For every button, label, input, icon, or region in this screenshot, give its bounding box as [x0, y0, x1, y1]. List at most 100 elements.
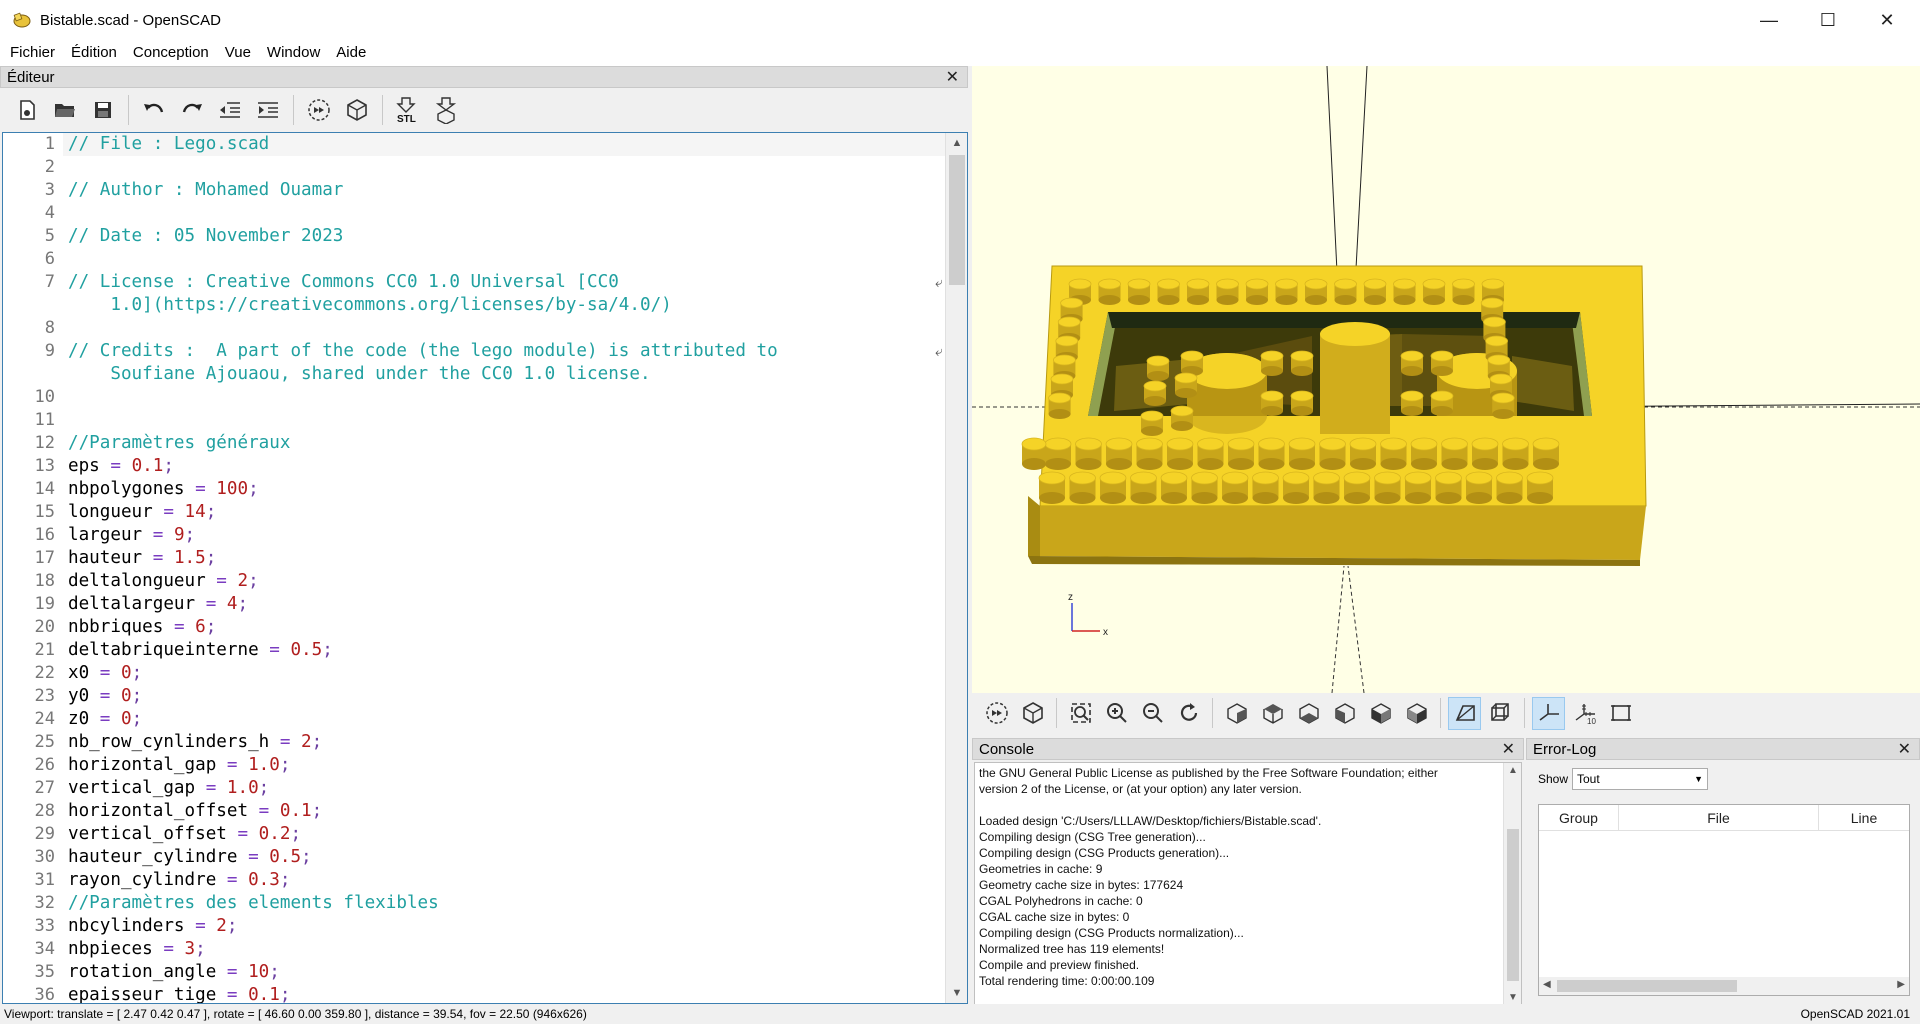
close-window-button[interactable]: ✕ — [1858, 0, 1916, 40]
code-line[interactable]: hauteur_cylindre = 0.5; — [68, 846, 312, 869]
code-line[interactable]: x0 = 0; — [68, 662, 142, 685]
editor-close-button[interactable]: ✕ — [946, 67, 959, 87]
view-front-icon[interactable] — [1364, 697, 1397, 730]
code-line[interactable]: y0 = 0; — [68, 685, 142, 708]
zoom-out-icon[interactable] — [1136, 697, 1169, 730]
undo-icon[interactable] — [137, 93, 171, 127]
code-line[interactable]: Soufiane Ajouaou, shared under the CC0 1… — [68, 363, 650, 386]
code-line[interactable]: // License : Creative Commons CC0 1.0 Un… — [68, 271, 619, 294]
error-log-horizontal-scrollbar[interactable]: ◀ ▶ — [1539, 977, 1909, 995]
preview-icon[interactable] — [302, 93, 336, 127]
word-wrap-icon: ⤶ — [935, 274, 943, 290]
unindent-icon[interactable] — [213, 93, 247, 127]
code-line[interactable]: vertical_offset = 0.2; — [68, 823, 301, 846]
menu-edition[interactable]: Édition — [63, 40, 125, 66]
console-close-button[interactable]: ✕ — [1502, 739, 1515, 759]
view-all-icon[interactable] — [1064, 697, 1097, 730]
code-line[interactable]: deltabriqueinterne = 0.5; — [68, 639, 333, 662]
perspective-icon[interactable] — [1448, 696, 1481, 730]
menu-fichier[interactable]: Fichier — [0, 40, 63, 66]
zoom-in-icon[interactable] — [1100, 697, 1133, 730]
code-line[interactable]: 1.0](https://creativecommons.org/license… — [68, 294, 671, 317]
3d-viewport[interactable]: z x — [972, 66, 1920, 693]
error-log-scroll-thumb[interactable] — [1557, 980, 1737, 992]
show-filter-select[interactable]: Tout ▼ — [1572, 768, 1708, 790]
show-edges-icon[interactable] — [1604, 697, 1637, 730]
code-line[interactable]: // Author : Mohamed Ouamar — [68, 179, 343, 202]
save-icon[interactable] — [86, 93, 120, 127]
console-vertical-scrollbar[interactable]: ▲ ▼ — [1503, 763, 1521, 1005]
column-file[interactable]: File — [1619, 805, 1819, 830]
orthogonal-icon[interactable] — [1484, 697, 1517, 730]
editor-scroll-thumb[interactable] — [949, 155, 965, 285]
render-icon[interactable] — [1016, 697, 1049, 730]
column-group[interactable]: Group — [1539, 805, 1619, 830]
minimize-button[interactable]: — — [1740, 0, 1798, 40]
code-line[interactable]: nb_row_cynlinders_h = 2; — [68, 731, 322, 754]
scroll-right-icon[interactable]: ▶ — [1897, 979, 1905, 990]
preview-icon[interactable] — [980, 697, 1013, 730]
reset-view-icon[interactable] — [1172, 697, 1205, 730]
code-line[interactable]: //Paramètres généraux — [68, 432, 290, 455]
code-line[interactable]: nbpolygones = 100; — [68, 478, 259, 501]
indent-icon[interactable] — [251, 93, 285, 127]
line-number: 32 — [34, 893, 55, 913]
code-line[interactable]: longueur = 14; — [68, 501, 216, 524]
code-line[interactable]: eps = 0.1; — [68, 455, 174, 478]
code-line[interactable]: nbcylinders = 2; — [68, 915, 237, 938]
view-bottom-icon[interactable] — [1292, 697, 1325, 730]
menu-conception[interactable]: Conception — [125, 40, 217, 66]
code-line[interactable]: vertical_gap = 1.0; — [68, 777, 269, 800]
open-file-icon[interactable] — [48, 93, 82, 127]
code-line[interactable]: deltalongueur = 2; — [68, 570, 259, 593]
code-line[interactable]: // Credits : A part of the code (the leg… — [68, 340, 778, 363]
scroll-up-icon[interactable]: ▲ — [1504, 765, 1521, 776]
code-token: = — [99, 709, 111, 729]
code-editor[interactable]: 1 2 3 4 5 6 7 8 9 10 11 12 13 14 15 16 17 18 19 20 21 22 23 24 2… — [2, 132, 968, 1004]
menu-window[interactable]: Window — [259, 40, 328, 66]
new-file-icon[interactable] — [10, 93, 44, 127]
code-token: = — [226, 870, 238, 890]
send-to-print-icon[interactable] — [429, 93, 463, 127]
code-line[interactable]: deltalargeur = 4; — [68, 593, 248, 616]
export-stl-icon[interactable]: STL — [391, 93, 425, 127]
console-line: Compiling design (CSG Tree generation)..… — [979, 830, 1206, 844]
error-log-table[interactable]: Group File Line ◀ ▶ — [1538, 804, 1910, 996]
view-right-icon[interactable] — [1220, 697, 1253, 730]
scroll-down-icon[interactable]: ▼ — [1504, 992, 1521, 1003]
show-scale-markers-icon[interactable]: 10 — [1568, 697, 1601, 730]
view-back-icon[interactable] — [1400, 697, 1433, 730]
code-line[interactable]: hauteur = 1.5; — [68, 547, 216, 570]
code-token: = — [226, 962, 238, 982]
scroll-up-icon[interactable]: ▲ — [946, 133, 967, 153]
menu-vue[interactable]: Vue — [217, 40, 259, 66]
code-line[interactable]: nbbriques = 6; — [68, 616, 216, 639]
code-line[interactable]: // File : Lego.scad — [68, 133, 269, 156]
code-line[interactable]: //Paramètres des elements flexibles — [68, 892, 439, 915]
code-line[interactable]: // Date : 05 November 2023 — [68, 225, 343, 248]
view-top-icon[interactable] — [1256, 697, 1289, 730]
show-axes-icon[interactable] — [1532, 696, 1565, 730]
editor-vertical-scrollbar[interactable]: ▲ ▼ — [945, 133, 967, 1003]
code-line[interactable]: rotation_angle = 10; — [68, 961, 280, 984]
code-token: = — [205, 778, 217, 798]
code-line[interactable]: epaisseur_tige = 0.1; — [68, 984, 290, 1003]
code-line[interactable]: rayon_cylindre = 0.3; — [68, 869, 290, 892]
column-line[interactable]: Line — [1819, 805, 1909, 830]
code-line[interactable]: horizontal_gap = 1.0; — [68, 754, 290, 777]
console-scroll-thumb[interactable] — [1507, 829, 1519, 981]
menu-aide[interactable]: Aide — [328, 40, 374, 66]
view-left-icon[interactable] — [1328, 697, 1361, 730]
scroll-down-icon[interactable]: ▼ — [946, 983, 967, 1003]
code-token: vertical_gap — [68, 778, 206, 798]
code-line[interactable]: largeur = 9; — [68, 524, 195, 547]
code-line[interactable]: z0 = 0; — [68, 708, 142, 731]
line-number: 5 — [44, 226, 55, 246]
redo-icon[interactable] — [175, 93, 209, 127]
code-line[interactable]: nbpieces = 3; — [68, 938, 206, 961]
code-line[interactable]: horizontal_offset = 0.1; — [68, 800, 322, 823]
render-icon[interactable] — [340, 93, 374, 127]
maximize-button[interactable]: ☐ — [1799, 0, 1857, 40]
error-log-close-button[interactable]: ✕ — [1898, 739, 1911, 759]
scroll-left-icon[interactable]: ◀ — [1543, 979, 1551, 990]
